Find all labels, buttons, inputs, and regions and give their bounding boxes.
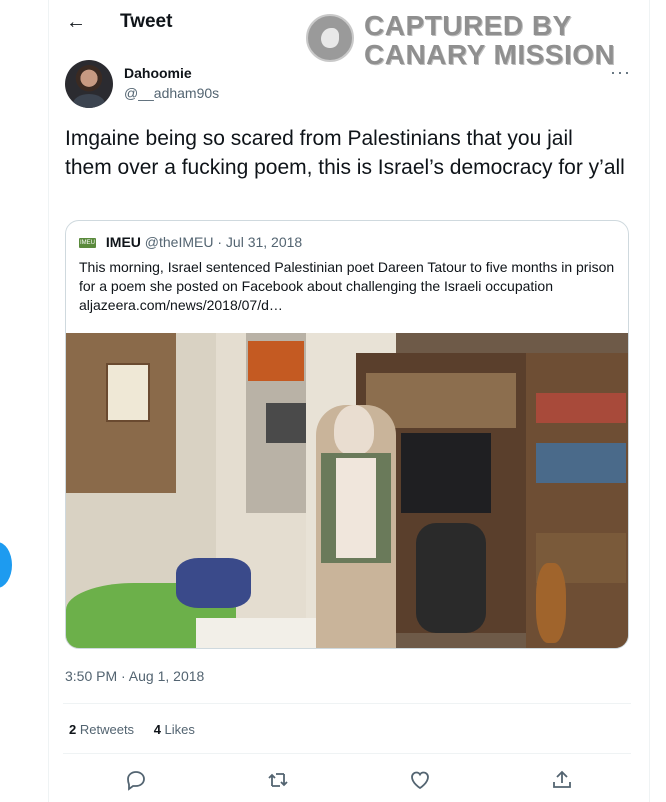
likes-label: Likes [164,722,195,737]
page-title: Tweet [120,11,173,32]
quote-author-handle[interactable]: @theIMEU [145,234,214,250]
divider [63,753,631,754]
watermark-line-2: CANARY MISSION [364,39,616,70]
quote-date[interactable]: · Jul 31, 2018 [217,234,302,250]
quoted-tweet[interactable]: IMEU IMEU @theIMEU · Jul 31, 2018 This m… [65,220,629,649]
retweet-icon [268,773,288,787]
quote-text: This morning, Israel sentenced Palestini… [79,259,615,313]
tweet-timestamp[interactable]: 3:50 PM · Aug 1, 2018 [65,668,204,684]
tweet-text: Imgaine being so scared from Palestinian… [65,127,625,179]
more-options-icon[interactable]: ··· [610,62,631,83]
imeu-avatar: IMEU [79,238,96,249]
share-icon [553,770,571,788]
watermark-line-1: CAPTURED BY [364,10,572,41]
like-icon [411,771,429,790]
divider [63,703,631,704]
reply-button[interactable] [124,768,148,792]
watermark: CAPTURED BY CANARY MISSION [306,10,615,70]
canary-logo-icon [306,14,354,62]
quote-photo[interactable] [66,333,628,648]
tweet-stats: 2 Retweets 4 Likes [69,722,195,737]
retweets-stat[interactable]: 2 Retweets [69,722,134,737]
retweet-button[interactable] [266,768,290,792]
likes-stat[interactable]: 4 Likes [154,722,195,737]
retweets-label: Retweets [79,722,135,737]
author-handle[interactable]: @__adham90s [124,85,219,101]
quote-header: IMEU IMEU @theIMEU · Jul 31, 2018 [79,234,302,250]
avatar[interactable] [65,60,113,108]
share-button[interactable] [550,768,574,792]
like-button[interactable] [408,768,432,792]
author-name[interactable]: Dahoomie [124,65,192,81]
quote-author-name[interactable]: IMEU [106,234,141,250]
compose-tweet-button[interactable] [0,542,12,588]
arrow-left-icon: ← [66,11,86,33]
reply-icon [127,771,145,791]
retweets-count: 2 [69,722,77,737]
back-button[interactable]: ← [62,8,90,36]
likes-count: 4 [153,722,161,737]
